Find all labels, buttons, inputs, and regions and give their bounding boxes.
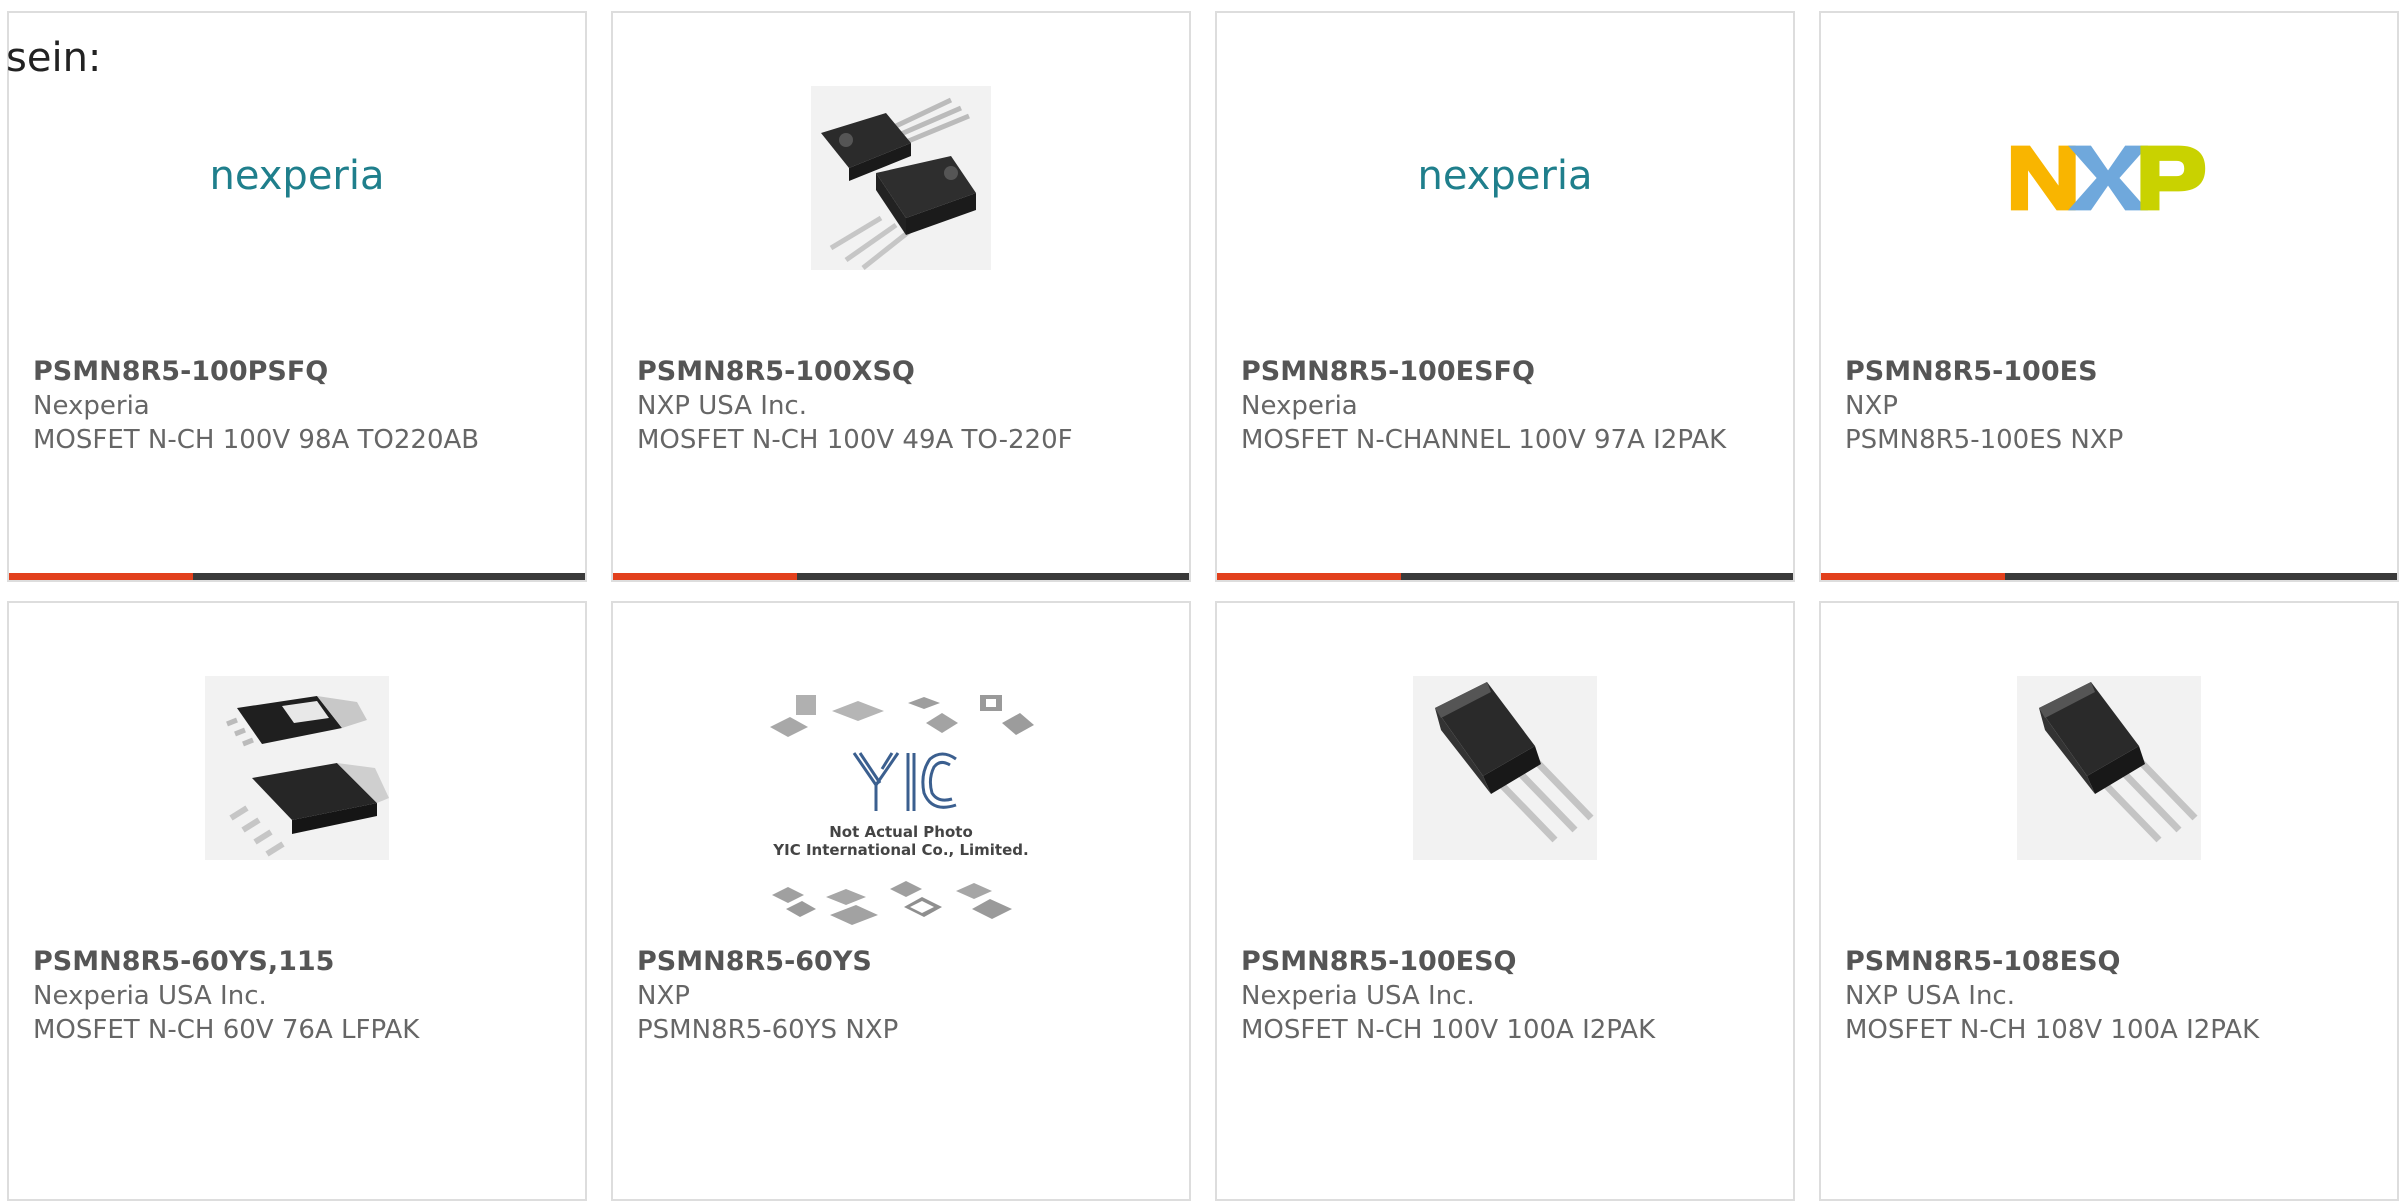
page-heading: sein: — [6, 35, 102, 81]
manufacturer: NXP — [637, 981, 690, 1011]
product-description: MOSFET N-CH 60V 76A LFPAK — [33, 1015, 420, 1045]
to220f-package-image — [801, 78, 1001, 278]
manufacturer: Nexperia — [33, 391, 150, 421]
card-progress-fill — [9, 573, 194, 580]
card-progress-fill — [613, 573, 798, 580]
product-card[interactable]: nexperia PSMN8R5-100PSFQ Nexperia MOSFET… — [7, 11, 587, 582]
product-description: MOSFET N-CH 100V 98A TO220AB — [33, 425, 480, 455]
manufacturer: Nexperia — [1241, 391, 1358, 421]
part-number[interactable]: PSMN8R5-100XSQ — [637, 355, 1169, 389]
lfpak-package-image — [197, 668, 397, 868]
product-card[interactable]: Not Actual Photo YIC International Co., … — [611, 601, 1191, 1201]
product-description: PSMN8R5-60YS NXP — [637, 1015, 899, 1045]
nxp-logo — [2009, 78, 2209, 278]
card-progress-fill — [1821, 573, 2006, 580]
card-progress-bar — [613, 573, 1189, 580]
placeholder-photo-image: Not Actual Photo YIC International Co., … — [766, 693, 1036, 933]
manufacturer: NXP — [1845, 391, 1898, 421]
nexperia-logo-text: nexperia — [1418, 153, 1593, 199]
part-number[interactable]: PSMN8R5-60YS — [637, 945, 1169, 979]
product-card[interactable]: nexperia PSMN8R5-100ESFQ Nexperia MOSFET… — [1215, 11, 1795, 582]
card-progress-bar — [9, 573, 585, 580]
nexperia-logo: nexperia — [1405, 78, 1605, 278]
product-card[interactable]: PSMN8R5-100ES NXP PSMN8R5-100ES NXP — [1819, 11, 2399, 582]
part-number[interactable]: PSMN8R5-100PSFQ — [33, 355, 565, 389]
product-description: MOSFET N-CH 100V 100A I2PAK — [1241, 1015, 1656, 1045]
part-number[interactable]: PSMN8R5-100ESQ — [1241, 945, 1773, 979]
yic-mark-icon — [852, 752, 957, 811]
i2pak-package-image — [2009, 668, 2209, 868]
manufacturer: NXP USA Inc. — [637, 391, 807, 421]
placeholder-company: YIC International Co., Limited. — [772, 841, 1028, 859]
manufacturer: Nexperia USA Inc. — [33, 981, 267, 1011]
manufacturer: Nexperia USA Inc. — [1241, 981, 1475, 1011]
product-description: MOSFET N-CHANNEL 100V 97A I2PAK — [1241, 425, 1727, 455]
manufacturer: NXP USA Inc. — [1845, 981, 2015, 1011]
product-card[interactable]: PSMN8R5-60YS,115 Nexperia USA Inc. MOSFE… — [7, 601, 587, 1201]
product-card[interactable]: PSMN8R5-108ESQ NXP USA Inc. MOSFET N-CH … — [1819, 601, 2399, 1201]
part-number[interactable]: PSMN8R5-100ESFQ — [1241, 355, 1773, 389]
card-progress-bar — [1217, 573, 1793, 580]
placeholder-note: Not Actual Photo — [829, 823, 973, 841]
part-number[interactable]: PSMN8R5-60YS,115 — [33, 945, 565, 979]
nexperia-logo: nexperia — [197, 78, 397, 278]
part-number[interactable]: PSMN8R5-108ESQ — [1845, 945, 2377, 979]
product-card[interactable]: PSMN8R5-100XSQ NXP USA Inc. MOSFET N-CH … — [611, 11, 1191, 582]
product-card[interactable]: PSMN8R5-100ESQ Nexperia USA Inc. MOSFET … — [1215, 601, 1795, 1201]
product-description: MOSFET N-CH 108V 100A I2PAK — [1845, 1015, 2260, 1045]
nexperia-logo-text: nexperia — [210, 153, 385, 199]
product-description: PSMN8R5-100ES NXP — [1845, 425, 2124, 455]
part-number[interactable]: PSMN8R5-100ES — [1845, 355, 2377, 389]
card-progress-fill — [1217, 573, 1402, 580]
product-description: MOSFET N-CH 100V 49A TO-220F — [637, 425, 1073, 455]
i2pak-package-image — [1405, 668, 1605, 868]
card-progress-bar — [1821, 573, 2397, 580]
